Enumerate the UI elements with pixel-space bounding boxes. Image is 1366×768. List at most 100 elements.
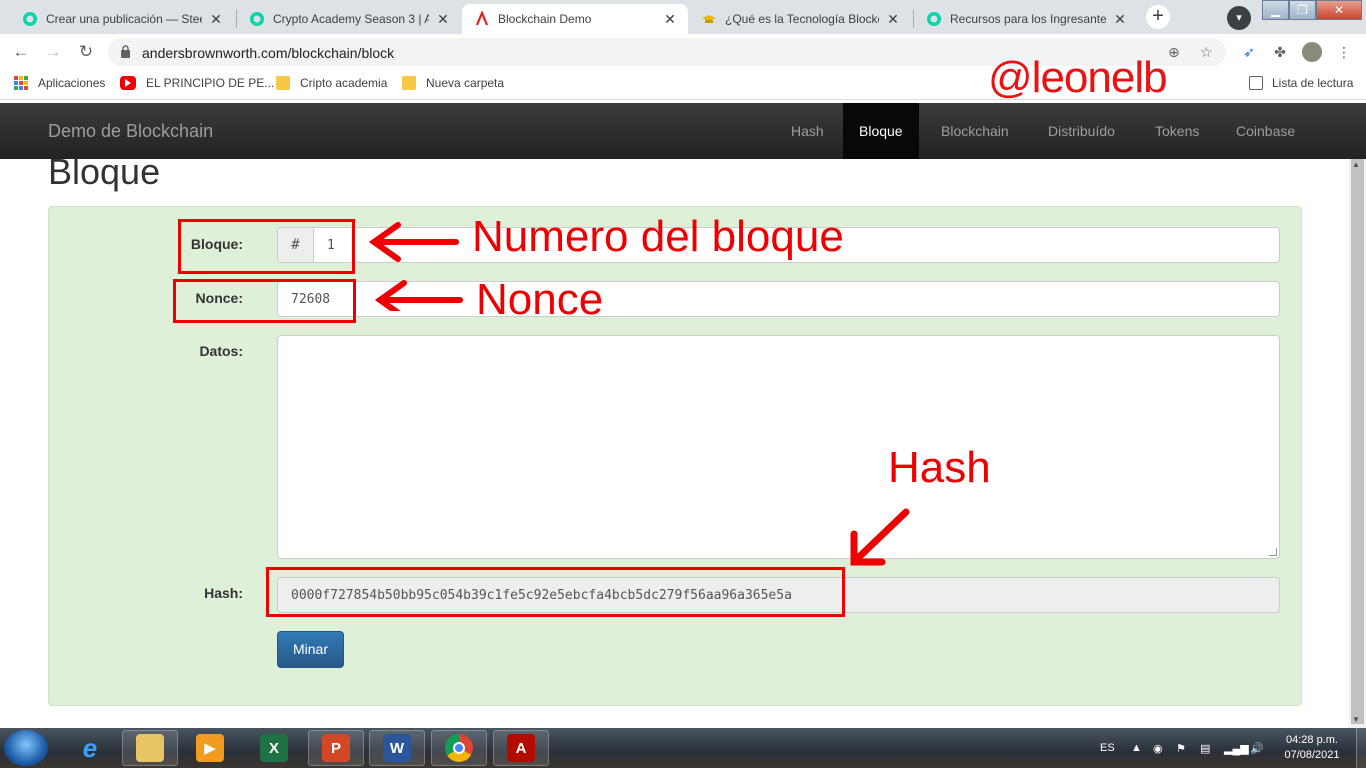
- data-label: Datos:: [199, 343, 243, 359]
- bookmark-label: Cripto academia: [300, 76, 388, 90]
- tab-title: Blockchain Demo: [498, 12, 592, 26]
- annotation-box-block: [178, 219, 355, 274]
- tab-recursos[interactable]: Recursos para los Ingresantes ✕: [914, 4, 1138, 34]
- bookmark-label: Nueva carpeta: [426, 76, 505, 90]
- puzzle-extensions-icon[interactable]: ✤: [1270, 42, 1290, 62]
- tray-chevron-icon[interactable]: ▲: [1131, 728, 1142, 768]
- bookmark-label: EL PRINCIPIO DE PE...: [146, 76, 275, 90]
- taskbar-chrome[interactable]: [431, 730, 487, 766]
- window-controls: ▁ ❐ ✕: [1262, 0, 1366, 22]
- close-tab-icon[interactable]: ✕: [885, 11, 901, 27]
- volume-icon[interactable]: 🔊: [1250, 728, 1264, 768]
- mine-button[interactable]: Minar: [277, 631, 344, 668]
- page-scrollbar[interactable]: [1349, 159, 1366, 728]
- powerpoint-icon: P: [322, 734, 350, 762]
- steemit-icon: [926, 11, 942, 27]
- resize-handle-icon[interactable]: [1269, 548, 1277, 556]
- close-window-button[interactable]: ✕: [1316, 0, 1362, 20]
- internet-explorer-icon: e: [82, 732, 98, 763]
- taskbar-acrobat[interactable]: A: [493, 730, 549, 766]
- page-viewport: Demo de Blockchain Hash Bloque Blockchai…: [0, 101, 1366, 728]
- annotation-label-block: Numero del bloque: [472, 212, 844, 261]
- data-textarea[interactable]: [277, 335, 1280, 559]
- show-desktop-button[interactable]: [1356, 728, 1366, 768]
- lock-icon: [121, 45, 130, 58]
- close-tab-icon[interactable]: ✕: [1112, 11, 1128, 27]
- taskbar-excel[interactable]: X: [246, 730, 302, 766]
- file-explorer-icon: [136, 734, 164, 762]
- tray-flag-icon[interactable]: ⚑: [1176, 728, 1186, 768]
- tab-crypto-academy[interactable]: Crypto Academy Season 3 | Advanced ✕: [237, 4, 461, 34]
- annotation-label-nonce: Nonce: [476, 275, 604, 324]
- taskbar-word[interactable]: W: [369, 730, 425, 766]
- tab-title: Recursos para los Ingresantes: [950, 12, 1106, 26]
- scrollbar-thumb[interactable]: [1351, 159, 1364, 724]
- bookmark-label: Lista de lectura: [1272, 76, 1354, 90]
- steemit-icon: [249, 11, 265, 27]
- site-navbar: Demo de Blockchain Hash Bloque Blockchai…: [0, 103, 1366, 159]
- network-signal-icon[interactable]: ▂▄▆: [1224, 728, 1249, 768]
- nav-item-blockchain[interactable]: Blockchain: [925, 103, 1025, 159]
- tab-blockchain-demo[interactable]: Blockchain Demo ✕: [462, 4, 688, 34]
- extension-icon[interactable]: ➶: [1239, 42, 1259, 62]
- bookmark-folder-nueva[interactable]: Nueva carpeta: [402, 76, 504, 90]
- nav-item-tokens[interactable]: Tokens: [1139, 103, 1215, 159]
- url-text[interactable]: andersbrownworth.com/blockchain/block: [142, 45, 394, 61]
- profile-avatar[interactable]: [1302, 42, 1322, 62]
- clock-time: 04:28 p.m.: [1286, 734, 1338, 746]
- bookmark-folder-cripto[interactable]: Cripto academia: [276, 76, 387, 90]
- annotation-box-nonce: [173, 279, 356, 323]
- hash-label: Hash:: [204, 585, 243, 601]
- bookmark-star-icon[interactable]: ☆: [1200, 44, 1213, 61]
- reading-list-button[interactable]: Lista de lectura: [1249, 76, 1353, 90]
- minimize-button[interactable]: ▁: [1262, 0, 1289, 20]
- tray-device-icon[interactable]: ▤: [1200, 728, 1210, 768]
- page-title: Bloque: [48, 151, 161, 192]
- scroll-down-arrow-icon[interactable]: ▼: [1352, 715, 1360, 724]
- tray-app-icon[interactable]: ◉: [1153, 728, 1163, 768]
- youtube-icon: [120, 76, 136, 90]
- taskbar-explorer[interactable]: [122, 730, 178, 766]
- windows-taskbar: e ▶ X P W A ES ▲ ◉ ⚑ ▤ ▂▄▆ 🔊 04:28 p.m. …: [0, 728, 1366, 768]
- tab-que-es-blockchain[interactable]: ¿Qué es la Tecnología Blockchain? ✕: [689, 4, 911, 34]
- apps-grid-icon: [14, 76, 28, 90]
- word-icon: W: [383, 734, 411, 762]
- tab-title: Crypto Academy Season 3 | Advanced: [273, 12, 429, 26]
- annotation-arrows: [368, 222, 463, 311]
- start-button[interactable]: [4, 730, 48, 766]
- tab-search-button[interactable]: ▾: [1227, 6, 1251, 30]
- close-tab-icon[interactable]: ✕: [435, 11, 451, 27]
- tab-steemit-post[interactable]: Crear una publicación — Steemit ✕: [10, 4, 234, 34]
- annotation-label-hash: Hash: [888, 443, 991, 492]
- nav-item-bloque[interactable]: Bloque: [843, 103, 919, 159]
- close-tab-icon[interactable]: ✕: [208, 11, 224, 27]
- scroll-up-arrow-icon[interactable]: ▲: [1352, 160, 1360, 169]
- back-arrow-icon[interactable]: ←: [9, 40, 33, 64]
- language-indicator[interactable]: ES: [1100, 728, 1115, 768]
- zoom-icon[interactable]: ⊕: [1168, 44, 1180, 61]
- taskbar-media[interactable]: ▶: [182, 730, 238, 766]
- forward-arrow-icon[interactable]: →: [41, 40, 65, 64]
- menu-kebab-icon[interactable]: ⋮: [1334, 42, 1354, 62]
- navbar-brand[interactable]: Demo de Blockchain: [48, 121, 213, 142]
- nav-item-hash[interactable]: Hash: [775, 103, 840, 159]
- nav-item-distribuido[interactable]: Distribuído: [1032, 103, 1131, 159]
- folder-icon: [276, 76, 290, 90]
- taskbar-powerpoint[interactable]: P: [308, 730, 364, 766]
- annotation-arrow-hash: [850, 508, 910, 566]
- clock-date: 07/08/2021: [1284, 749, 1340, 761]
- bookmark-label: Aplicaciones: [38, 76, 106, 90]
- new-tab-button[interactable]: +: [1146, 5, 1170, 29]
- chrome-icon: [445, 734, 473, 762]
- close-tab-icon[interactable]: ✕: [662, 11, 678, 27]
- bookmark-youtube[interactable]: EL PRINCIPIO DE PE...: [120, 76, 274, 90]
- reading-list-icon: [1249, 76, 1263, 90]
- taskbar-ie[interactable]: e: [62, 730, 118, 766]
- bookmark-apps[interactable]: Aplicaciones: [14, 76, 105, 90]
- reload-icon[interactable]: ↻: [74, 40, 98, 64]
- nav-item-coinbase[interactable]: Coinbase: [1220, 103, 1311, 159]
- system-clock[interactable]: 04:28 p.m. 07/08/2021: [1280, 733, 1344, 763]
- maximize-button[interactable]: ❐: [1289, 0, 1316, 20]
- acrobat-icon: A: [507, 734, 535, 762]
- folder-icon: [402, 76, 416, 90]
